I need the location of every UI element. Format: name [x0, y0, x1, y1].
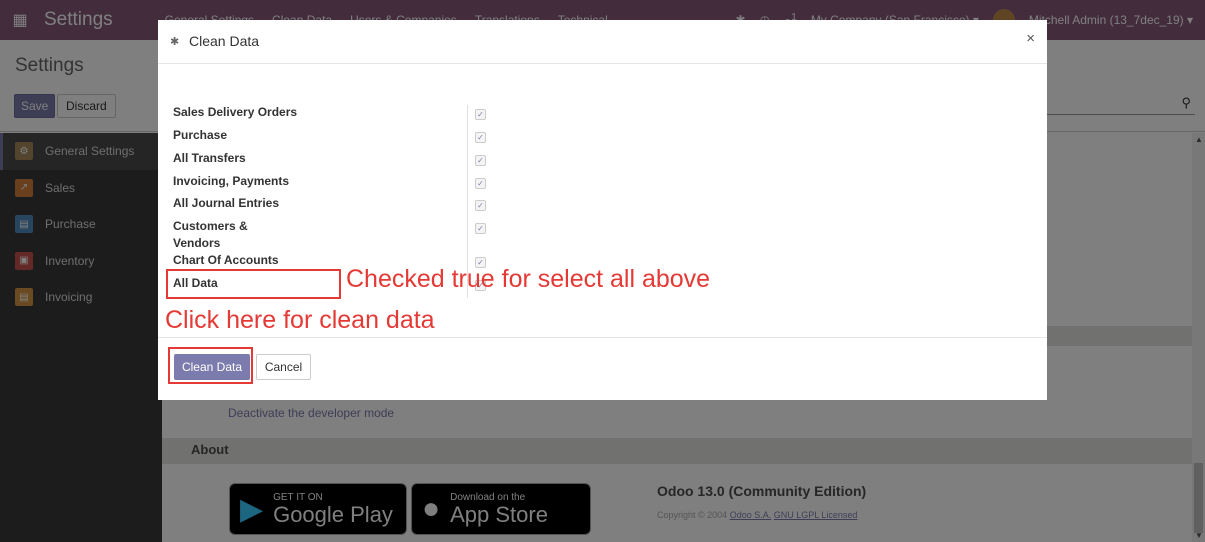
field-label-invoicing-payments: Invoicing, Payments: [173, 174, 290, 188]
checkbox-all-journal-entries[interactable]: ✓: [475, 200, 486, 211]
dialog-title: Clean Data: [189, 33, 260, 49]
checkbox-customers-vendors[interactable]: ✓: [475, 223, 486, 234]
all-data-highlight: [166, 269, 341, 299]
checkbox-sales-delivery-orders[interactable]: ✓: [475, 109, 486, 120]
field-label-sales-delivery-orders: Sales Delivery Orders: [173, 105, 298, 119]
clean-button-highlight: [168, 347, 253, 384]
checkbox-purchase[interactable]: ✓: [475, 132, 486, 143]
clean-data-dialog: ✱ Clean Data × Sales Delivery Orders ✓ P…: [158, 20, 1047, 400]
bug-icon: ✱: [170, 36, 180, 48]
click-annotation: Click here for clean data: [165, 306, 435, 334]
field-label-all-journal-entries: All Journal Entries: [173, 196, 280, 210]
checkbox-invoicing-payments[interactable]: ✓: [475, 178, 486, 189]
field-label-all-transfers: All Transfers: [173, 151, 246, 165]
dialog-header: ✱ Clean Data ×: [158, 20, 1047, 64]
close-icon[interactable]: ×: [1026, 30, 1035, 47]
field-label-chart-of-accounts: Chart Of Accounts: [173, 253, 279, 267]
checked-annotation: Checked true for select all above: [346, 265, 711, 293]
checkbox-all-transfers[interactable]: ✓: [475, 155, 486, 166]
field-label-customers-vendors: Customers & Vendors: [173, 219, 248, 250]
field-label-purchase: Purchase: [173, 128, 228, 142]
cancel-button[interactable]: Cancel: [256, 354, 311, 380]
